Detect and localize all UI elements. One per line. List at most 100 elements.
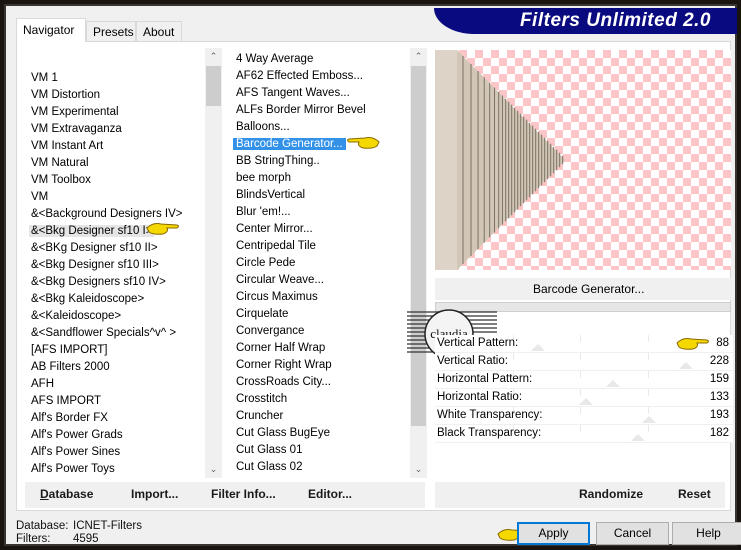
- help-button[interactable]: Help: [672, 522, 741, 545]
- category-item[interactable]: Alf's Power Sines: [27, 444, 205, 461]
- filter-item[interactable]: bee morph: [232, 170, 410, 187]
- parameter-label: Vertical Pattern:: [437, 337, 519, 349]
- slider-thumb[interactable]: [606, 380, 621, 387]
- filter-item[interactable]: BB StringThing..: [232, 153, 410, 170]
- filter-item[interactable]: Circle Pede: [232, 255, 410, 272]
- filter-item[interactable]: Corner Half Wrap: [232, 340, 410, 357]
- category-item-label: VM Toolbox: [31, 174, 91, 186]
- filter-item[interactable]: Convergance: [232, 323, 410, 340]
- filter-item[interactable]: Barcode Generator...: [232, 136, 410, 153]
- category-scrollbar[interactable]: ⌃ ⌄: [205, 48, 222, 478]
- filter-item[interactable]: Cruncher: [232, 408, 410, 425]
- filter-item[interactable]: Center Mirror...: [232, 221, 410, 238]
- category-item[interactable]: Alf's Power Grads: [27, 427, 205, 444]
- filter-item-label: BB StringThing..: [236, 155, 320, 167]
- category-item[interactable]: [AFS IMPORT]: [27, 342, 205, 359]
- import-button[interactable]: Import...: [131, 487, 178, 501]
- scroll-up-icon[interactable]: ⌃: [410, 48, 427, 65]
- tab-presets[interactable]: Presets: [86, 21, 136, 41]
- editor-button[interactable]: Editor...: [308, 487, 352, 501]
- category-list[interactable]: VM 1 VM Distortion VM Experimental VM Extra…: [27, 48, 222, 478]
- filter-item[interactable]: BlindsVertical: [232, 187, 410, 204]
- parameter-slider[interactable]: Horizontal Ratio: 133: [435, 389, 733, 407]
- category-item[interactable]: Alf's Power Toys: [27, 461, 205, 478]
- parameter-value: 228: [709, 355, 729, 367]
- category-item[interactable]: AB Filters 2000: [27, 359, 205, 376]
- filter-item[interactable]: AFS Tangent Waves...: [232, 85, 410, 102]
- filter-item-label: Barcode Generator...: [233, 138, 346, 150]
- category-item[interactable]: &<Sandflower Specials^v^ >: [27, 325, 205, 342]
- filter-list[interactable]: 4 Way Average AF62 Effected Emboss... AFS …: [232, 48, 427, 478]
- filter-item[interactable]: Blur 'em!...: [232, 204, 410, 221]
- slider-thumb[interactable]: [679, 362, 694, 369]
- cancel-button[interactable]: Cancel: [596, 522, 669, 545]
- category-item[interactable]: &<Bkg Designer sf10 III>: [27, 257, 205, 274]
- filter-scrollbar[interactable]: ⌃ ⌄: [410, 48, 427, 478]
- scroll-up-icon[interactable]: ⌃: [205, 48, 222, 65]
- scroll-thumb[interactable]: [206, 66, 221, 106]
- filter-item-label: 4 Way Average: [236, 53, 314, 65]
- filter-item-label: Balloons...: [236, 121, 290, 133]
- category-item[interactable]: AFH: [27, 376, 205, 393]
- filter-item-label: BlindsVertical: [236, 189, 306, 201]
- category-item-label: AFH: [31, 378, 54, 390]
- scroll-thumb[interactable]: [411, 66, 426, 426]
- filter-item-label: Centripedal Tile: [236, 240, 316, 252]
- filter-item[interactable]: 4 Way Average: [232, 51, 410, 68]
- scroll-down-icon[interactable]: ⌄: [205, 461, 222, 478]
- scroll-down-icon[interactable]: ⌄: [410, 461, 427, 478]
- filter-item[interactable]: Cut Glass 02: [232, 459, 410, 476]
- filter-item[interactable]: Cut Glass BugEye: [232, 425, 410, 442]
- apply-button[interactable]: Apply: [517, 522, 590, 545]
- filter-item[interactable]: Balloons...: [232, 119, 410, 136]
- parameter-slider[interactable]: Black Transparency: 182: [435, 425, 733, 443]
- slider-tick-mark: [647, 353, 649, 360]
- parameter-slider[interactable]: Vertical Ratio: 228: [435, 353, 733, 371]
- filter-item[interactable]: Cirquelate: [232, 306, 410, 323]
- category-item[interactable]: Alf's Border FX: [27, 410, 205, 427]
- slider-thumb[interactable]: [630, 434, 645, 441]
- category-item[interactable]: &<Bkg Kaleidoscope>: [27, 291, 205, 308]
- slider-tick-mark: [580, 353, 581, 360]
- filter-item[interactable]: Crosstitch: [232, 391, 410, 408]
- filter-item[interactable]: Corner Right Wrap: [232, 357, 410, 374]
- category-item[interactable]: VM: [27, 189, 205, 206]
- category-item-label: VM Instant Art: [31, 140, 104, 152]
- category-item[interactable]: VM Instant Art: [27, 138, 205, 155]
- category-item[interactable]: AFS IMPORT: [27, 393, 205, 410]
- filter-item[interactable]: Circular Weave...: [232, 272, 410, 289]
- filter-item[interactable]: Circus Maximus: [232, 289, 410, 306]
- category-item[interactable]: VM Experimental: [27, 104, 205, 121]
- category-item[interactable]: VM 1: [27, 70, 205, 87]
- reset-button[interactable]: Reset: [678, 487, 711, 501]
- slider-thumb[interactable]: [531, 344, 546, 351]
- slider-thumb[interactable]: [578, 398, 593, 405]
- filter-info-button[interactable]: Filter Info...: [211, 487, 276, 501]
- parameter-slider[interactable]: White Transparency: 193: [435, 407, 733, 425]
- filters-count-value: 4595: [73, 533, 99, 545]
- parameter-value: 159: [709, 373, 729, 385]
- filter-name-bar: Barcode Generator...: [435, 278, 731, 300]
- category-item[interactable]: VM Natural: [27, 155, 205, 172]
- filter-item[interactable]: Centripedal Tile: [232, 238, 410, 255]
- category-item[interactable]: VM Extravaganza: [27, 121, 205, 138]
- category-item[interactable]: &<BKg Designer sf10 II>: [27, 240, 205, 257]
- randomize-button[interactable]: Randomize: [579, 487, 643, 501]
- category-item[interactable]: VM Toolbox: [27, 172, 205, 189]
- category-item[interactable]: &<Kaleidoscope>: [27, 308, 205, 325]
- tab-about[interactable]: About: [136, 21, 182, 41]
- filter-item[interactable]: AF62 Effected Emboss...: [232, 68, 410, 85]
- slider-thumb[interactable]: [642, 416, 657, 423]
- parameter-button-bar: Randomize Reset: [435, 482, 725, 508]
- tab-navigator[interactable]: Navigator: [16, 18, 86, 42]
- filter-item-label: Cirquelate: [236, 308, 289, 320]
- filter-item[interactable]: CrossRoads City...: [232, 374, 410, 391]
- filter-item[interactable]: Cut Glass 01: [232, 442, 410, 459]
- database-button[interactable]: Database: [40, 487, 93, 501]
- filter-item[interactable]: ALFs Border Mirror Bevel: [232, 102, 410, 119]
- category-item[interactable]: VM Distortion: [27, 87, 205, 104]
- parameter-slider[interactable]: Horizontal Pattern: 159: [435, 371, 733, 389]
- category-item[interactable]: &<Bkg Designers sf10 IV>: [27, 274, 205, 291]
- category-item-label: VM Natural: [31, 157, 89, 169]
- category-item-label: &<Background Designers IV>: [31, 208, 183, 220]
